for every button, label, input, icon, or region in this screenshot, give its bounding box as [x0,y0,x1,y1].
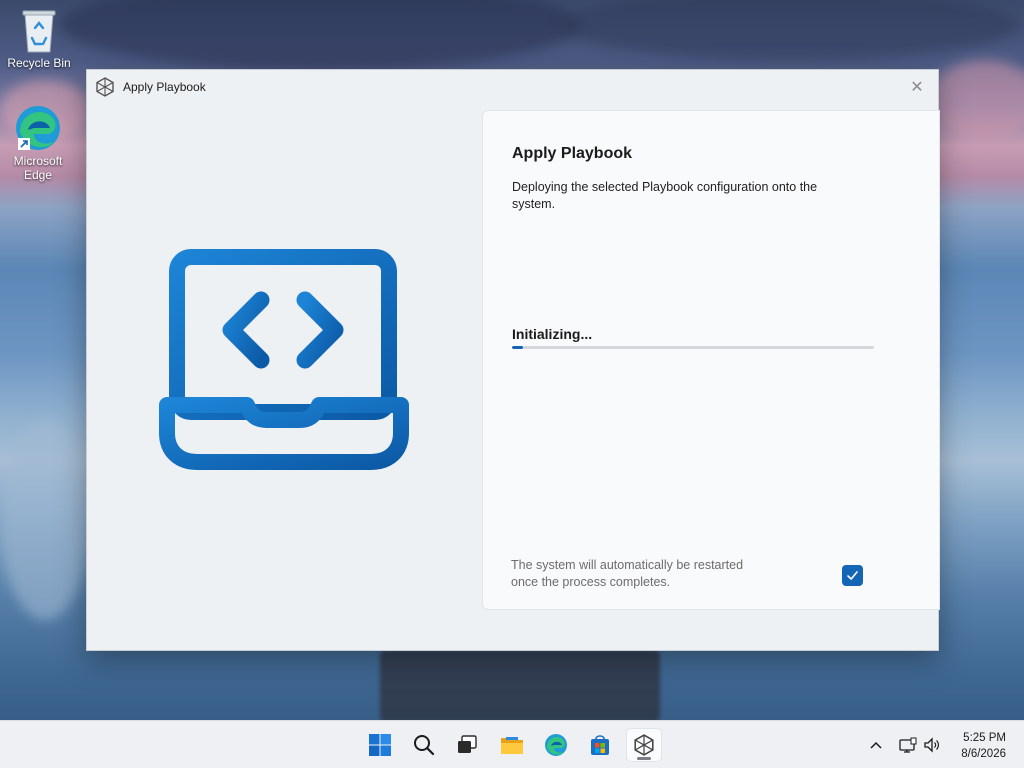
cloud [380,650,660,722]
laptop-code-icon [159,249,409,470]
title-bar[interactable]: Apply Playbook [87,70,938,104]
recycle-bin-icon [22,10,56,53]
clock-date: 8/6/2026 [961,748,1006,760]
file-explorer-icon [501,737,523,754]
system-clock[interactable]: 5:25 PM 8/6/2026 [961,730,1006,762]
taskbar: 5:25 PM 8/6/2026 [0,720,1024,768]
search-icon [414,735,435,756]
store-icon [591,735,609,755]
edge-icon [16,106,60,150]
desktop-icon-edge[interactable]: Microsoft Edge [2,104,74,182]
file-explorer-button[interactable] [495,729,529,761]
edge-button[interactable] [539,729,573,761]
desktop-icon-recycle-bin[interactable]: Recycle Bin [3,8,75,70]
show-hidden-icons-button[interactable] [866,731,886,759]
network-icon [899,737,917,753]
clock-time: 5:25 PM [963,732,1006,744]
playbook-app-icon [96,77,114,97]
checkmark-icon [847,571,858,580]
task-view-button[interactable] [450,729,484,761]
chevron-up-icon [870,741,882,749]
start-button[interactable] [363,729,397,761]
edge-icon [545,734,567,756]
start-icon [369,734,391,756]
progress-status: Initializing... [512,326,593,342]
desktop-icon-label: Recycle Bin [7,56,71,70]
store-button[interactable] [583,729,617,761]
apply-playbook-window: Apply Playbook ✕ Apply Playbook Deployin… [86,69,940,651]
volume-button[interactable] [921,731,943,759]
playbook-taskbar-button[interactable] [627,729,661,761]
cloud [560,0,1020,60]
desktop-icon-label: Microsoft Edge [13,154,63,182]
restart-checkbox[interactable] [842,565,863,586]
active-indicator [637,757,651,760]
cloud [930,60,1024,140]
panel-heading: Apply Playbook [512,145,633,162]
playbook-app-icon [634,734,654,756]
cloud [0,420,90,620]
cloud [60,0,580,70]
network-button[interactable] [897,731,919,759]
close-icon: ✕ [910,79,924,96]
task-view-icon [458,735,477,753]
progress-bar-fill [512,346,523,349]
progress-bar [512,346,874,349]
search-button[interactable] [407,729,441,761]
window-title: Apply Playbook [123,80,206,94]
panel-description: Deploying the selected Playbook configur… [512,180,818,211]
volume-icon [924,737,939,753]
content-panel: Apply Playbook Deploying the selected Pl… [482,110,940,610]
restart-note: The system will automatically be restart… [511,558,744,589]
close-button[interactable]: ✕ [904,74,930,100]
